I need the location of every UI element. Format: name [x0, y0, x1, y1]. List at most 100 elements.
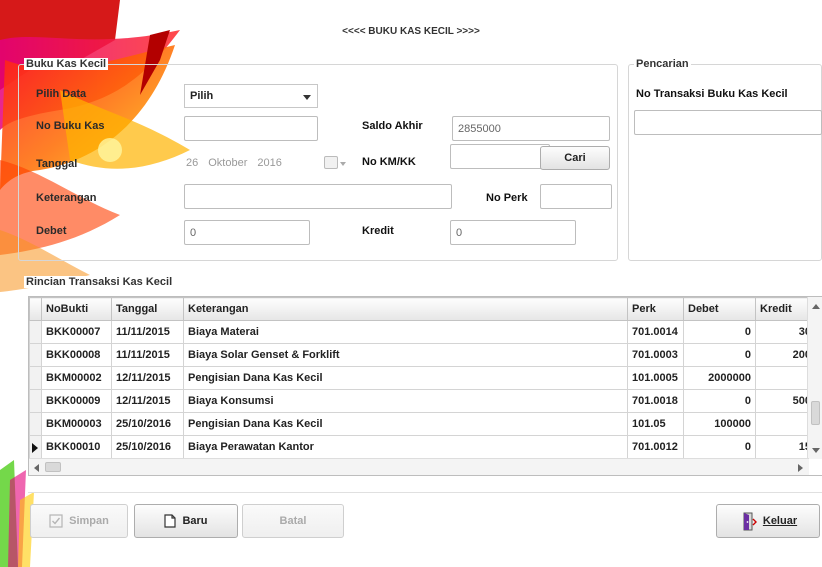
- cari-button[interactable]: Cari: [540, 146, 610, 170]
- save-icon: [49, 514, 63, 528]
- transaction-grid[interactable]: NoBukti Tanggal Keterangan Perk Debet Kredit …: [28, 296, 822, 476]
- keluar-label: Keluar: [762, 515, 798, 527]
- table-cell: Biaya Konsumsi: [183, 389, 628, 413]
- debet-label: Debet: [36, 225, 67, 237]
- no-buku-kas-label: No Buku Kas: [36, 120, 105, 132]
- table-row[interactable]: BKK00007 11/11/2015 Biaya Materai 701.0014 0…: [29, 320, 816, 344]
- tanggal-month: Oktober: [208, 157, 248, 169]
- kredit-input[interactable]: 0: [450, 220, 576, 245]
- grid-header-row: NoBukti Tanggal Keterangan Perk Debet Kredit: [29, 297, 816, 321]
- table-cell: BKK00007: [41, 320, 112, 344]
- grid-body: BKK00007 11/11/2015 Biaya Materai 701.0014 0…: [29, 320, 816, 459]
- new-document-icon: [164, 514, 177, 528]
- calendar-icon[interactable]: [324, 156, 338, 169]
- keluar-button[interactable]: Keluar: [716, 504, 820, 538]
- table-cell: Biaya Solar Genset & Forklift: [183, 343, 628, 367]
- row-selector[interactable]: [29, 412, 42, 436]
- table-cell: Pengisian Dana Kas Kecil: [183, 412, 628, 436]
- table-cell: 0: [683, 343, 756, 367]
- no-kmkk-label: No KM/KK: [362, 156, 416, 168]
- buku-kas-kecil-legend: Buku Kas Kecil: [24, 58, 109, 70]
- table-cell: 0: [683, 435, 756, 459]
- simpan-label: Simpan: [69, 515, 109, 527]
- table-cell: 100000: [683, 412, 756, 436]
- vertical-scroll-thumb[interactable]: [811, 401, 820, 425]
- scroll-down-icon[interactable]: [812, 448, 820, 453]
- pencarian-label: No Transaksi Buku Kas Kecil: [636, 88, 788, 100]
- table-cell: BKK00009: [41, 389, 112, 413]
- column-header[interactable]: Debet: [683, 297, 756, 321]
- table-cell: 101.05: [627, 412, 684, 436]
- table-cell: Biaya Perawatan Kantor: [183, 435, 628, 459]
- pencarian-legend: Pencarian: [634, 58, 691, 70]
- column-header[interactable]: Keterangan: [183, 297, 628, 321]
- baru-button[interactable]: Baru: [134, 504, 238, 538]
- table-cell: Biaya Materai: [183, 320, 628, 344]
- table-cell: 0: [683, 320, 756, 344]
- window-title: <<<< BUKU KAS KECIL >>>>: [342, 26, 480, 37]
- row-selector-header: [29, 297, 42, 321]
- scroll-left-icon[interactable]: [34, 464, 39, 472]
- table-cell: 101.0005: [627, 366, 684, 390]
- table-row[interactable]: BKK00008 11/11/2015 Biaya Solar Genset & F…: [29, 343, 816, 367]
- table-row[interactable]: BKK00010 25/10/2016 Biaya Perawatan Kantor…: [29, 435, 816, 459]
- horizontal-scrollbar[interactable]: [29, 458, 809, 475]
- debet-input[interactable]: 0: [184, 220, 310, 245]
- table-cell: 0: [683, 389, 756, 413]
- chevron-down-icon[interactable]: [340, 162, 346, 166]
- row-selector[interactable]: [29, 343, 42, 367]
- table-cell: 2000000: [683, 366, 756, 390]
- chevron-down-icon: [303, 95, 311, 100]
- exit-door-icon: [743, 512, 757, 531]
- batal-button[interactable]: Batal: [242, 504, 344, 538]
- kredit-label: Kredit: [362, 225, 394, 237]
- current-row-pointer-icon: [32, 443, 38, 453]
- pencarian-input[interactable]: [634, 110, 822, 135]
- pilih-data-label: Pilih Data: [36, 88, 87, 100]
- keterangan-label: Keterangan: [36, 192, 97, 204]
- no-buku-kas-input[interactable]: [184, 116, 318, 141]
- batal-label: Batal: [279, 515, 307, 527]
- tanggal-label: Tanggal: [36, 158, 78, 170]
- no-kmkk-input[interactable]: [450, 144, 550, 169]
- saldo-akhir-input[interactable]: 2855000: [452, 116, 610, 141]
- row-selector[interactable]: [29, 320, 42, 344]
- row-selector[interactable]: [29, 435, 42, 459]
- scroll-right-icon[interactable]: [798, 464, 803, 472]
- tanggal-date-picker[interactable]: 26 Oktober 2016: [184, 152, 346, 176]
- transaction-table: NoBukti Tanggal Keterangan Perk Debet Kredit …: [29, 297, 816, 459]
- row-selector[interactable]: [29, 389, 42, 413]
- table-cell: 11/11/2015: [111, 343, 184, 367]
- table-row[interactable]: BKK00009 12/11/2015 Biaya Konsumsi 701.0018…: [29, 389, 816, 413]
- no-perk-input[interactable]: [540, 184, 612, 209]
- table-row[interactable]: BKM00002 12/11/2015 Pengisian Dana Kas Kec…: [29, 366, 816, 390]
- column-header[interactable]: Perk: [627, 297, 684, 321]
- column-header[interactable]: Tanggal: [111, 297, 184, 321]
- table-cell: BKM00003: [41, 412, 112, 436]
- column-header[interactable]: NoBukti: [41, 297, 112, 321]
- divider: [28, 492, 822, 493]
- table-cell: 701.0003: [627, 343, 684, 367]
- table-cell: 701.0018: [627, 389, 684, 413]
- table-cell: BKK00010: [41, 435, 112, 459]
- pilih-data-select[interactable]: Pilih: [184, 84, 318, 108]
- table-row[interactable]: BKM00003 25/10/2016 Pengisian Dana Kas Kec…: [29, 412, 816, 436]
- keterangan-input[interactable]: [184, 184, 452, 209]
- table-cell: 11/11/2015: [111, 320, 184, 344]
- table-cell: Pengisian Dana Kas Kecil: [183, 366, 628, 390]
- table-cell: 701.0012: [627, 435, 684, 459]
- no-perk-label: No Perk: [486, 192, 528, 204]
- table-cell: BKM00002: [41, 366, 112, 390]
- table-cell: 701.0014: [627, 320, 684, 344]
- table-cell: 25/10/2016: [111, 412, 184, 436]
- horizontal-scroll-thumb[interactable]: [45, 462, 61, 472]
- tanggal-year: 2016: [257, 157, 282, 169]
- vertical-scrollbar[interactable]: [807, 297, 822, 459]
- saldo-akhir-label: Saldo Akhir: [362, 120, 423, 132]
- pilih-data-value: Pilih: [190, 90, 214, 102]
- table-cell: 12/11/2015: [111, 366, 184, 390]
- scroll-up-icon[interactable]: [812, 304, 820, 309]
- row-selector[interactable]: [29, 366, 42, 390]
- simpan-button[interactable]: Simpan: [30, 504, 128, 538]
- table-cell: BKK00008: [41, 343, 112, 367]
